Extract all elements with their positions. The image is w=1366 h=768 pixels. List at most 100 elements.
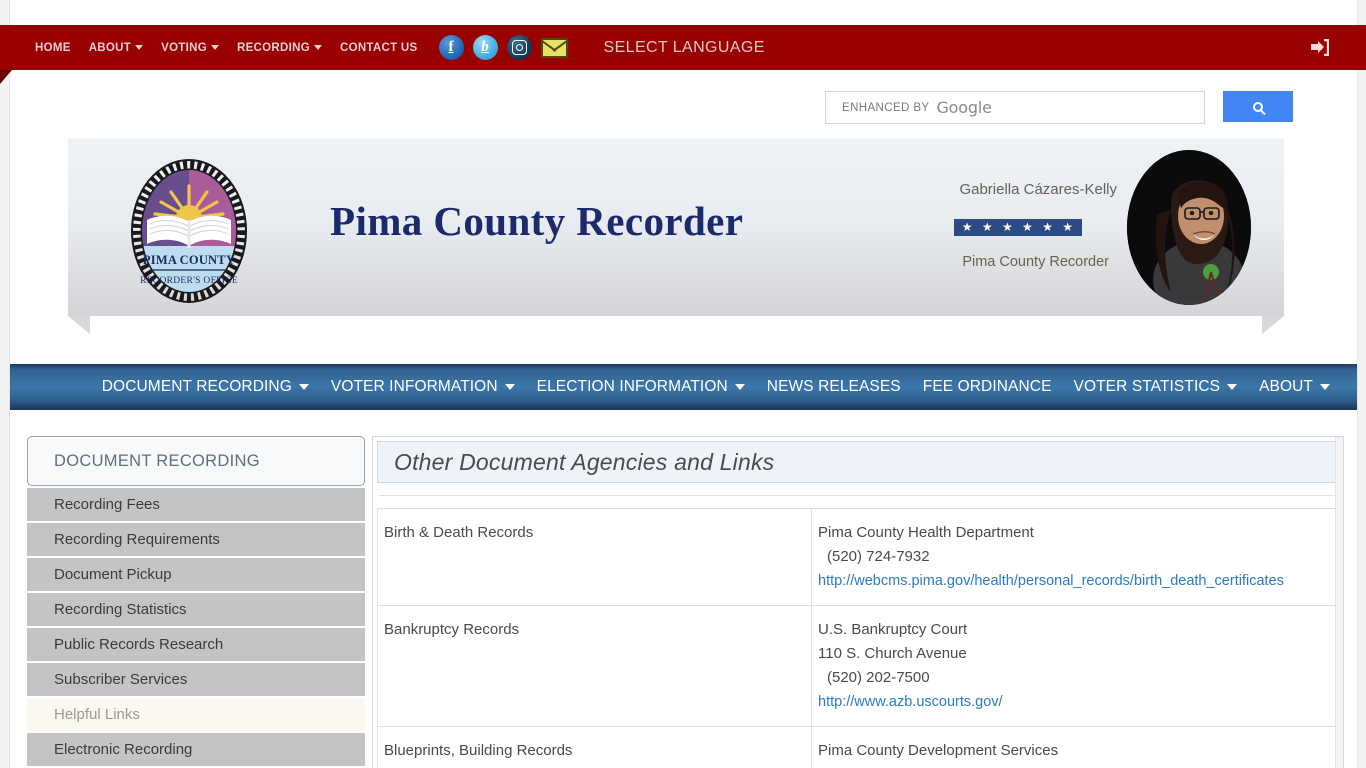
recorder-title: Pima County Recorder [962,254,1109,270]
sidebar-item-recording-fees[interactable]: Recording Fees [27,488,365,521]
recorder-stars: ★ ★ ★ ★ ★ ★ [953,219,1082,236]
topnav-item-about[interactable]: ABOUT [80,38,152,58]
instagram-glyph [511,40,527,55]
search-enhanced-by-label: ENHANCED BY [842,101,930,114]
table-row: Blueprints, Building Records Pima County… [377,726,1338,768]
panel-scrollbar[interactable] [1335,437,1343,768]
sidebar-item-document-pickup[interactable]: Document Pickup [27,558,365,591]
banner-fold-right [1262,316,1284,334]
nav-item-election-information[interactable]: ELECTION INFORMATION [526,378,756,396]
detail-address: 110 S. Church Avenue [818,645,967,662]
nav-label: VOTER INFORMATION [330,378,498,395]
search-button[interactable] [1223,91,1293,122]
agency-category: Blueprints, Building Records [377,726,812,768]
sign-in-icon[interactable] [1310,38,1330,57]
detail-line: U.S. Bankruptcy Court [818,621,968,638]
social-links: f b [438,35,568,60]
detail-line: Pima County Development Services [818,742,1059,759]
email-icon[interactable] [540,37,568,58]
content-area: DOCUMENT RECORDING Recording Fees Record… [10,418,1357,768]
top-utility-bar: HOME ABOUT VOTING RECORDING CONTACT US f… [0,25,1366,84]
sidebar-item-recording-statistics[interactable]: Recording Statistics [27,593,365,626]
table-row: Birth & Death Records Pima County Health… [377,508,1338,606]
site-banner: PIMA COUNTY RECORDER'S OFFICE Pima Count… [68,138,1284,316]
agencies-table: Birth & Death Records Pima County Health… [377,508,1338,768]
nav-item-voter-information[interactable]: VOTER INFORMATION [320,378,526,396]
detail-link[interactable]: http://webcms.pima.gov/health/personal_r… [818,569,1329,593]
topnav-label: CONTACT US [339,41,418,54]
nav-item-news-releases[interactable]: NEWS RELEASES [756,378,912,396]
svg-text:PIMA COUNTY: PIMA COUNTY [143,253,235,267]
nav-item-fee-ordinance[interactable]: FEE ORDINANCE [912,378,1063,396]
nav-label: NEWS RELEASES [766,378,901,395]
pima-county-seal-logo: PIMA COUNTY RECORDER'S OFFICE [125,156,253,306]
chevron-down-icon [734,384,745,390]
nav-label: FEE ORDINANCE [922,378,1052,395]
sidebar-item-electronic-recording[interactable]: Electronic Recording [27,733,365,766]
topnav-label: VOTING [161,41,207,54]
topnav-item-recording[interactable]: RECORDING [228,38,331,58]
chevron-down-icon [504,384,515,390]
detail-phone: (520) 202-7500 [827,669,930,686]
nav-item-document-recording[interactable]: DOCUMENT RECORDING [91,378,320,396]
facebook-icon[interactable]: f [438,35,464,60]
topnav-item-contact-us[interactable]: CONTACT US [331,38,427,58]
sidebar-item-subscriber-services[interactable]: Subscriber Services [27,663,365,696]
sidebar-item-public-records-research[interactable]: Public Records Research [27,628,365,661]
topnav-label: ABOUT [88,41,132,54]
sidebar-item-recording-requirements[interactable]: Recording Requirements [27,523,365,556]
sidebar-item-label: Recording Fees [54,496,160,513]
ribbon-fold-left [0,70,12,84]
search-icon [1253,101,1263,112]
sidebar-item-label: Recording Requirements [54,531,220,548]
page-root: HOME ABOUT VOTING RECORDING CONTACT US f… [0,0,1366,768]
sidebar-item-label: Subscriber Services [54,671,188,688]
banner-fold-left [68,316,90,334]
chevron-down-icon [313,45,322,50]
main-panel: Other Document Agencies and Links Birth … [372,436,1344,768]
top-nav: HOME ABOUT VOTING RECORDING CONTACT US [26,38,427,58]
recorder-name: Gabriella Cázares-Kelly [959,181,1117,198]
chevron-down-icon [135,45,144,50]
chevron-down-icon [1227,384,1238,390]
sidebar-heading: DOCUMENT RECORDING [27,436,365,486]
nav-label: VOTER STATISTICS [1073,378,1221,395]
instagram-icon[interactable] [506,35,532,60]
select-language-label[interactable]: SELECT LANGUAGE [604,39,765,57]
facebook-glyph: f [448,39,454,55]
sidebar-item-label: Public Records Research [54,636,224,653]
nav-label: ABOUT [1259,378,1313,395]
page-title: Pima County Recorder [330,198,744,244]
detail-phone: (520) 724-9000 [818,763,1329,768]
nav-label: DOCUMENT RECORDING [101,378,292,395]
sidebar-item-helpful-links[interactable]: Helpful Links [27,698,365,731]
sidebar-item-label: Document Pickup [54,566,172,583]
topnav-label: RECORDING [236,41,310,54]
sidebar-item-label: Electronic Recording [54,741,193,758]
detail-phone: (520) 724-7932 [827,548,930,565]
detail-line: Pima County Health Department [818,524,1034,541]
panel-divider [379,495,1337,496]
table-row: Bankruptcy Records U.S. Bankruptcy Court… [377,605,1338,727]
topnav-item-home[interactable]: HOME [26,38,80,58]
sidebar-item-label: Helpful Links [54,706,140,723]
twitter-glyph: b [481,39,489,55]
topnav-item-voting[interactable]: VOTING [152,38,228,58]
google-wordmark: Google [936,98,992,117]
chevron-down-icon [210,45,219,50]
panel-heading: Other Document Agencies and Links [377,441,1339,483]
sidebar: DOCUMENT RECORDING Recording Fees Record… [27,436,365,768]
nav-item-voter-statistics[interactable]: VOTER STATISTICS [1063,378,1249,396]
main-navigation: DOCUMENT RECORDING VOTER INFORMATION ELE… [10,364,1357,410]
twitter-icon[interactable]: b [472,35,498,60]
agency-details: U.S. Bankruptcy Court 110 S. Church Aven… [811,605,1338,727]
search-input[interactable]: ENHANCED BY Google [825,91,1205,124]
topnav-label: HOME [35,41,71,54]
agency-details: Pima County Health Department (520) 724-… [811,508,1338,606]
agency-details: Pima County Development Services (520) 7… [811,726,1338,768]
chevron-down-icon [1320,384,1330,390]
google-search: ENHANCED BY Google [825,91,1293,124]
svg-text:RECORDER'S OFFICE: RECORDER'S OFFICE [140,276,238,286]
detail-link[interactable]: http://www.azb.uscourts.gov/ [818,690,1329,714]
nav-item-about[interactable]: ABOUT [1248,378,1341,396]
